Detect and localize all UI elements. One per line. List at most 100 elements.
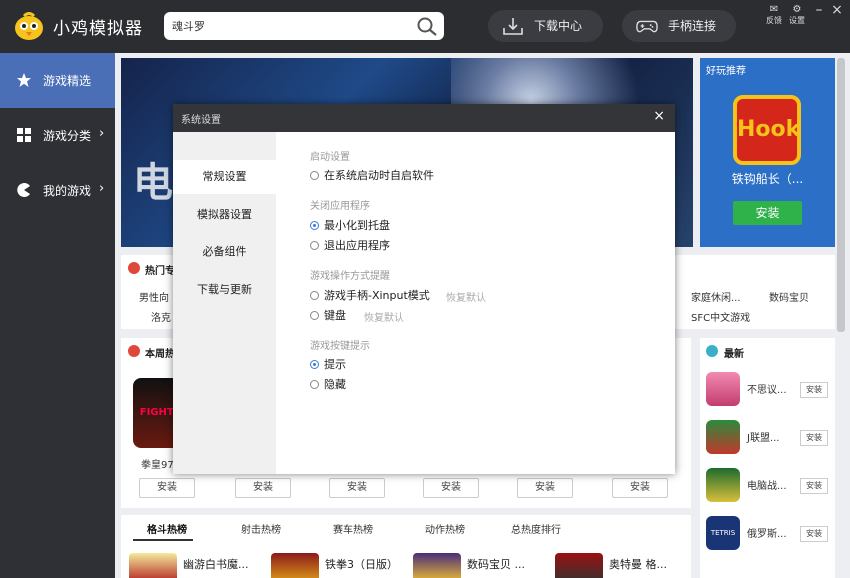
game-icon[interactable]: [706, 468, 740, 502]
game-name[interactable]: 铁拳3（日版）: [325, 556, 398, 572]
radio-button[interactable]: [310, 311, 319, 320]
minimize-tray-option[interactable]: 最小化到托盘: [310, 217, 390, 233]
recommend-card: 好玩推荐 Hook 铁钩船长（... 安装: [700, 58, 835, 247]
group-heading: 启动设置: [310, 148, 350, 163]
game-name[interactable]: 数码宝贝 ...: [467, 556, 525, 572]
install-button[interactable]: 安装: [612, 478, 668, 498]
nav-required-components[interactable]: 必备组件: [173, 235, 276, 269]
dialog-title: 系统设置: [181, 111, 221, 126]
section-title: 最新: [724, 345, 744, 360]
tab-underline: [133, 539, 193, 541]
scrollbar[interactable]: [837, 58, 845, 332]
radio-button[interactable]: [310, 171, 319, 180]
hide-hint-option[interactable]: 隐藏: [310, 376, 346, 392]
install-button[interactable]: 安装: [235, 478, 291, 498]
exit-app-option[interactable]: 退出应用程序: [310, 237, 390, 253]
game-name[interactable]: 电脑战...: [747, 477, 787, 492]
install-button[interactable]: 安装: [517, 478, 573, 498]
game-icon[interactable]: TETRIS: [706, 516, 740, 550]
install-button[interactable]: 安装: [800, 478, 828, 494]
group-heading: 游戏操作方式提醒: [310, 267, 390, 282]
radio-button[interactable]: [310, 380, 319, 389]
game-name[interactable]: 奥特曼 格...: [609, 556, 667, 572]
tab-action[interactable]: 动作热榜: [425, 521, 465, 536]
install-button[interactable]: 安装: [139, 478, 195, 498]
search-input[interactable]: [164, 12, 410, 40]
sidebar-item-my-games[interactable]: 我的游戏 ›: [0, 163, 115, 218]
star-icon: [17, 73, 31, 87]
nav-emulator-settings[interactable]: 模拟器设置: [173, 198, 276, 232]
feedback-button[interactable]: ✉ 反馈: [763, 4, 785, 26]
dialog-title-bar[interactable]: 系统设置 ×: [173, 104, 675, 132]
radio-button[interactable]: [310, 360, 319, 369]
recommend-game-name[interactable]: 铁钩船长（...: [700, 170, 835, 187]
install-button[interactable]: 安装: [733, 201, 802, 225]
sidebar-item-label: 游戏精选: [43, 72, 91, 89]
dialog-nav: 常规设置 模拟器设置 必备组件 下载与更新: [173, 132, 276, 474]
close-icon[interactable]: ×: [653, 108, 665, 124]
tab-fighting[interactable]: 格斗热榜: [147, 521, 187, 536]
install-button[interactable]: 安装: [800, 382, 828, 398]
chevron-right-icon: ›: [99, 126, 104, 141]
game-icon[interactable]: [129, 553, 177, 578]
clock-icon: [706, 345, 718, 357]
sidebar-item-categories[interactable]: 游戏分类 ›: [0, 108, 115, 163]
feedback-icon: ✉: [763, 4, 785, 15]
topic-link[interactable]: 家庭休闲...: [691, 289, 741, 304]
nav-general-settings[interactable]: 常规设置: [173, 160, 276, 194]
game-icon[interactable]: [413, 553, 461, 578]
install-button[interactable]: 安装: [423, 478, 479, 498]
sidebar-item-featured[interactable]: 游戏精选: [0, 53, 115, 108]
settings-button[interactable]: ⚙ 设置: [786, 4, 808, 26]
topic-link[interactable]: 数码宝贝: [769, 289, 809, 304]
topic-link[interactable]: SFC中文游戏: [691, 309, 750, 324]
chick-logo-icon: [12, 11, 46, 41]
radio-button[interactable]: [310, 291, 319, 300]
tab-shooting[interactable]: 射击热榜: [241, 521, 281, 536]
topic-link[interactable]: 男性向: [139, 289, 169, 304]
install-button[interactable]: 安装: [329, 478, 385, 498]
radio-button[interactable]: [310, 241, 319, 250]
show-hint-option[interactable]: 提示: [310, 356, 346, 372]
sidebar-item-label: 我的游戏: [43, 182, 91, 199]
search-box: [164, 12, 444, 40]
install-button[interactable]: 安装: [800, 430, 828, 446]
radio-button[interactable]: [310, 221, 319, 230]
nav-download-update[interactable]: 下载与更新: [173, 273, 276, 307]
close-window-button[interactable]: ×: [826, 0, 848, 22]
reset-default-link[interactable]: 恢复默认: [446, 289, 486, 304]
gamepad-icon: [636, 16, 658, 36]
game-icon[interactable]: Hook: [733, 95, 801, 165]
keyboard-option[interactable]: 键盘: [310, 307, 346, 323]
option-label: 隐藏: [324, 378, 346, 391]
download-center-button[interactable]: 下载中心: [488, 10, 603, 42]
game-icon[interactable]: [271, 553, 319, 578]
game-icon[interactable]: [706, 372, 740, 406]
option-label: 最小化到托盘: [324, 219, 390, 232]
tab-total[interactable]: 总热度排行: [511, 521, 561, 536]
app-title: 小鸡模拟器: [53, 14, 143, 39]
autostart-option[interactable]: 在系统启动时自启软件: [310, 167, 434, 183]
game-icon[interactable]: [706, 420, 740, 454]
controller-connect-button[interactable]: 手柄连接: [622, 10, 736, 42]
option-label: 退出应用程序: [324, 239, 390, 252]
section-title: 热门专: [145, 262, 175, 277]
group-heading: 关闭应用程序: [310, 197, 370, 212]
game-name[interactable]: 拳皇97: [141, 456, 174, 471]
search-icon[interactable]: [416, 16, 438, 36]
newest-panel: 最新 不思议... 安装 J联盟... 安装 电脑战... 安装 TETRIS …: [700, 338, 835, 578]
topic-link[interactable]: 洛克: [151, 309, 171, 324]
sidebar-item-label: 游戏分类: [43, 127, 91, 144]
game-name[interactable]: 不思议...: [747, 381, 787, 396]
reset-default-link[interactable]: 恢复默认: [364, 309, 404, 324]
option-label: 游戏手柄-Xinput模式: [324, 289, 430, 302]
section-title: 本周热: [145, 345, 175, 360]
install-button[interactable]: 安装: [800, 526, 828, 542]
game-icon[interactable]: [555, 553, 603, 578]
game-name[interactable]: 俄罗斯...: [747, 525, 787, 540]
game-name[interactable]: 幽游白书魔...: [183, 556, 249, 572]
tab-racing[interactable]: 赛车热榜: [333, 521, 373, 536]
settings-dialog: 系统设置 × 常规设置 模拟器设置 必备组件 下载与更新 启动设置 在系统启动时…: [173, 104, 675, 474]
xinput-option[interactable]: 游戏手柄-Xinput模式: [310, 287, 430, 303]
game-name[interactable]: J联盟...: [747, 429, 780, 444]
